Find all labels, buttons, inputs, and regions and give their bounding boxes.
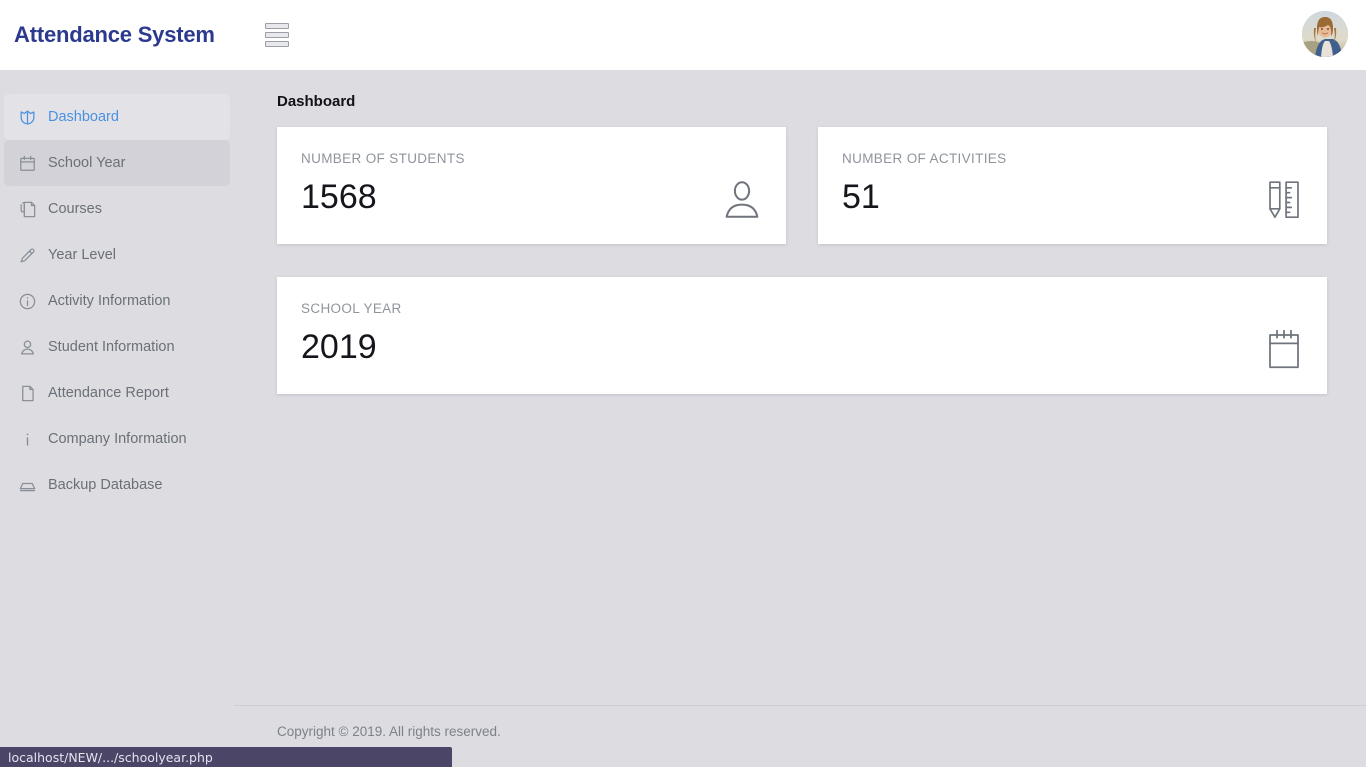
page-title: Dashboard: [277, 93, 356, 110]
card-label: NUMBER OF ACTIVITIES: [842, 151, 1007, 166]
calendar-icon: [18, 154, 48, 173]
card-label: NUMBER OF STUDENTS: [301, 151, 465, 166]
info-line-icon: [18, 430, 48, 449]
sidebar-item-label: Dashboard: [48, 109, 119, 125]
sidebar: Dashboard School Year Courses Year Level…: [0, 70, 234, 767]
card-number-of-activities: NUMBER OF ACTIVITIES 51: [818, 127, 1327, 244]
pencil-ruler-icon: [1265, 178, 1303, 220]
hamburger-bar: [264, 23, 289, 29]
sidebar-item-dashboard[interactable]: Dashboard: [4, 94, 230, 140]
sidebar-item-label: Backup Database: [48, 477, 163, 493]
hamburger-bar: [264, 41, 289, 47]
main-content: Dashboard NUMBER OF STUDENTS 1568 NUMBER…: [234, 70, 1366, 767]
document-clip-icon: [18, 200, 48, 219]
sidebar-item-label: Attendance Report: [48, 385, 169, 401]
status-bar: localhost/NEW/.../schoolyear.php: [0, 747, 452, 767]
sidebar-item-activity-information[interactable]: Activity Information: [4, 278, 230, 324]
sidebar-item-label: Year Level: [48, 247, 116, 263]
hamburger-bar: [264, 32, 289, 38]
sidebar-item-label: Courses: [48, 201, 102, 217]
sidebar-item-attendance-report[interactable]: Attendance Report: [4, 370, 230, 416]
card-number-of-students: NUMBER OF STUDENTS 1568: [277, 127, 786, 244]
sidebar-item-label: Company Information: [48, 431, 187, 447]
sidebar-item-company-information[interactable]: Company Information: [4, 416, 230, 462]
app-root: Attendance System Dashboard School Year …: [0, 0, 1366, 767]
sidebar-item-backup-database[interactable]: Backup Database: [4, 462, 230, 508]
status-bar-url: localhost/NEW/.../schoolyear.php: [8, 749, 213, 765]
top-header: Attendance System: [0, 0, 1366, 70]
calendar-page-icon: [1265, 328, 1303, 370]
sidebar-item-label: Activity Information: [48, 293, 171, 309]
card-value: 2019: [301, 328, 377, 366]
user-icon: [18, 338, 48, 357]
stat-cards: NUMBER OF STUDENTS 1568 NUMBER OF ACTIVI…: [277, 127, 1327, 394]
shield-icon: [18, 108, 48, 127]
app-brand-title: Attendance System: [14, 22, 215, 47]
drawer-icon: [18, 476, 48, 495]
card-label: SCHOOL YEAR: [301, 301, 402, 316]
sidebar-item-courses[interactable]: Courses: [4, 186, 230, 232]
person-icon: [722, 178, 762, 220]
info-circle-icon: [18, 292, 48, 311]
sidebar-item-label: Student Information: [48, 339, 175, 355]
card-school-year: SCHOOL YEAR 2019: [277, 277, 1327, 394]
hamburger-icon[interactable]: [264, 22, 289, 48]
sidebar-item-year-level[interactable]: Year Level: [4, 232, 230, 278]
sidebar-item-label: School Year: [48, 155, 126, 171]
file-icon: [18, 384, 48, 403]
card-value: 1568: [301, 178, 377, 216]
avatar[interactable]: [1302, 11, 1348, 57]
avatar-image: [1302, 11, 1348, 57]
sidebar-item-student-information[interactable]: Student Information: [4, 324, 230, 370]
pencil-icon: [18, 246, 48, 265]
card-value: 51: [842, 178, 880, 216]
sidebar-item-school-year[interactable]: School Year: [4, 140, 230, 186]
